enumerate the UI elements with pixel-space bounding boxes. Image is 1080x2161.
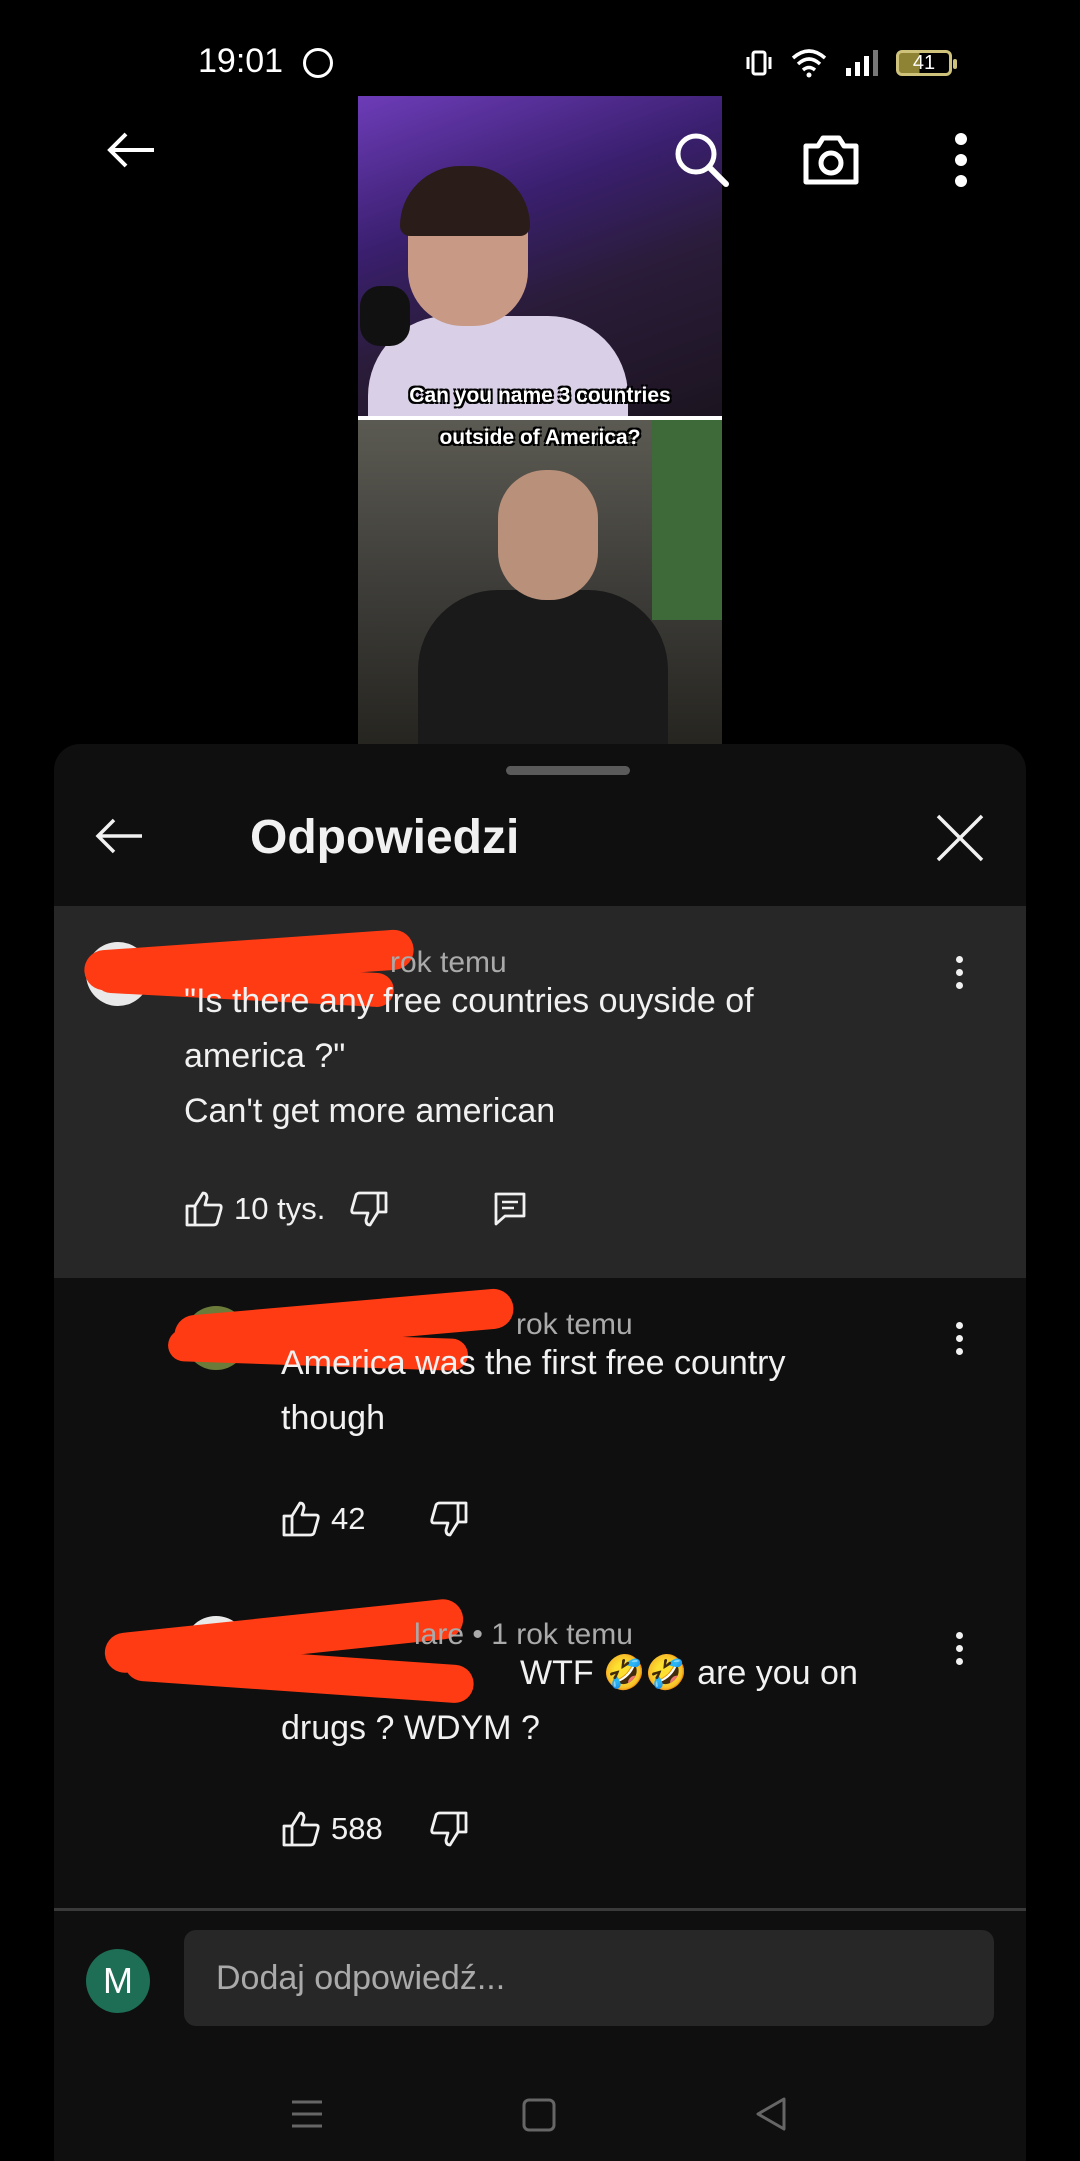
- like-icon[interactable]: [184, 1190, 224, 1228]
- like-count: 10 tys.: [234, 1191, 326, 1226]
- battery-icon: 41: [896, 50, 957, 76]
- dislike-icon[interactable]: [429, 1500, 469, 1538]
- comment-text-line2: though: [281, 1399, 385, 1437]
- parent-comment: rok temu "Is there any free countries ou…: [54, 906, 1026, 1278]
- sheet-title: Odpowiedzi: [250, 811, 520, 864]
- reply-input[interactable]: [184, 1930, 994, 2026]
- status-time: 19:01: [198, 42, 284, 80]
- reply-icon[interactable]: [493, 1191, 527, 1227]
- back-arrow-icon[interactable]: [94, 816, 146, 856]
- back-triangle-icon[interactable]: [754, 2096, 788, 2132]
- home-square-icon[interactable]: [522, 2098, 556, 2132]
- short-video[interactable]: Can you name 3 countries outside of Amer…: [358, 96, 722, 746]
- green-wall: [652, 420, 722, 620]
- signal-icon: [846, 50, 878, 76]
- close-icon[interactable]: [934, 812, 986, 864]
- search-icon[interactable]: [672, 130, 730, 188]
- system-nav-bar: [54, 2060, 1026, 2160]
- dislike-icon[interactable]: [429, 1810, 469, 1848]
- comment-text-line3: Can't get more american: [184, 1092, 556, 1130]
- video-caption-line1: Can you name 3 countries: [409, 384, 671, 407]
- replies-sheet: Odpowiedzi rok temu "Is there any free c…: [54, 744, 1026, 2161]
- comment-text-line2: drugs ? WDYM ?: [281, 1709, 540, 1747]
- recents-menu-icon[interactable]: [290, 2098, 324, 2130]
- video-bottom-panel: [358, 420, 722, 746]
- like-count: 588: [331, 1811, 383, 1846]
- drag-handle[interactable]: [506, 766, 630, 775]
- like-icon[interactable]: [281, 1810, 321, 1848]
- microphone: [360, 286, 410, 346]
- dislike-icon[interactable]: [349, 1190, 389, 1228]
- accessibility-icon: [303, 48, 333, 78]
- person-hoodie: [418, 590, 668, 746]
- back-arrow-icon[interactable]: [104, 130, 158, 170]
- status-icons: 41: [744, 48, 957, 78]
- vibrate-icon: [746, 50, 772, 76]
- like-icon[interactable]: [281, 1500, 321, 1538]
- battery-level: 41: [912, 51, 936, 74]
- camera-icon[interactable]: [800, 132, 862, 186]
- person-hair: [400, 166, 530, 236]
- video-top-panel: [358, 96, 722, 426]
- comment-actions: 588: [281, 1810, 469, 1848]
- comment-menu-icon[interactable]: [956, 1632, 966, 1671]
- comment-menu-icon[interactable]: [956, 1322, 966, 1361]
- person-head-2: [498, 470, 598, 600]
- comment-text-line1: "Is there any free countries ouyside of: [184, 982, 754, 1020]
- video-caption-line2: outside of America?: [439, 426, 641, 449]
- comment-text-line2: america ?": [184, 1037, 346, 1075]
- comment-actions: 42: [281, 1500, 469, 1538]
- divider: [54, 1908, 1026, 1911]
- comment-actions: 10 tys.: [184, 1190, 527, 1228]
- comment-text-line1: America was the first free country: [281, 1344, 786, 1382]
- wifi-icon: [791, 49, 827, 78]
- like-count: 42: [331, 1501, 366, 1536]
- comment-menu-icon[interactable]: [956, 956, 966, 995]
- user-avatar[interactable]: M: [86, 1949, 150, 2013]
- comment-text-line1: WTF 🤣🤣 are you on: [520, 1654, 858, 1692]
- more-vert-icon[interactable]: [954, 132, 968, 188]
